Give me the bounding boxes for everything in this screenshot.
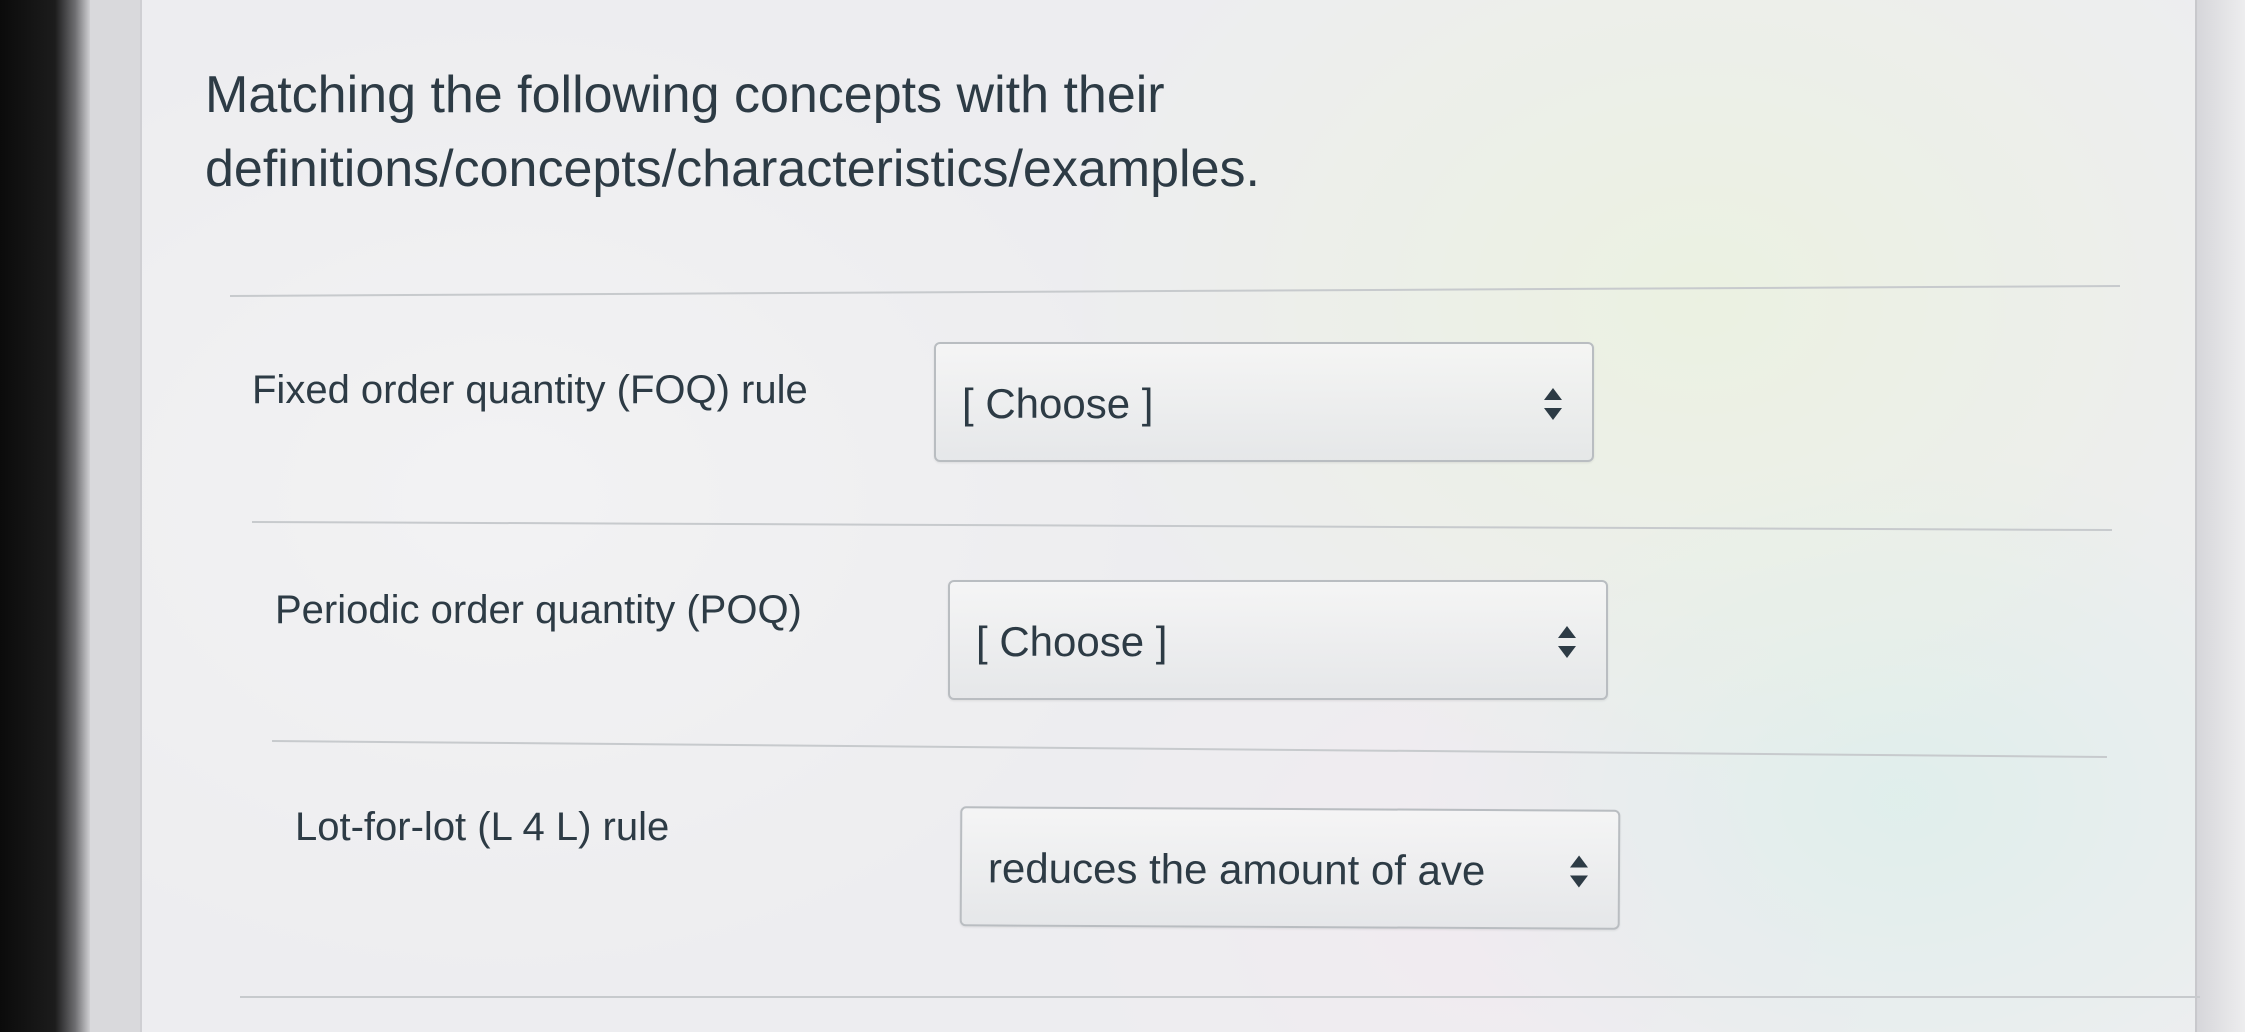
term-poq: Periodic order quantity (POQ) [275,588,802,632]
up-down-arrows-icon [1569,855,1589,888]
select-value-lot-for-lot: reduces the amount of ave [987,844,1486,895]
question-prompt-line-2: definitions/concepts/characteristics/exa… [205,140,1260,198]
term-lot-for-lot: Lot-for-lot (L 4 L) rule [295,805,670,849]
answer-select-poq[interactable]: [ Choose ] [948,580,1608,700]
up-down-arrows-icon [1544,388,1562,420]
monitor-bezel [0,0,90,1032]
term-foq: Fixed order quantity (FOQ) rule [252,368,808,412]
left-navigation-pane [90,0,142,1032]
up-down-arrows-icon [1558,626,1576,658]
question-prompt-line-1: Matching the following concepts with the… [205,66,1165,124]
card-bottom-border [240,996,2200,998]
select-value-foq: [ Choose ] [962,380,1154,427]
answer-select-foq[interactable]: [ Choose ] [934,342,1594,462]
answer-select-lot-for-lot[interactable]: reduces the amount of ave [959,806,1621,930]
select-value-poq: [ Choose ] [976,618,1168,665]
question-prompt: Matching the following concepts with the… [205,58,1505,206]
right-panel-edge [2195,0,2245,1032]
